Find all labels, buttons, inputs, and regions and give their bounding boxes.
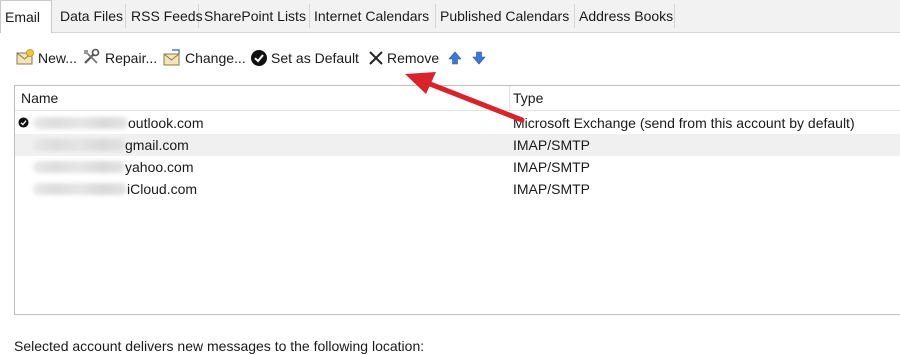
annotation-arrow: [405, 72, 525, 123]
delivery-location-text: Selected account delivers new messages t…: [14, 338, 425, 354]
